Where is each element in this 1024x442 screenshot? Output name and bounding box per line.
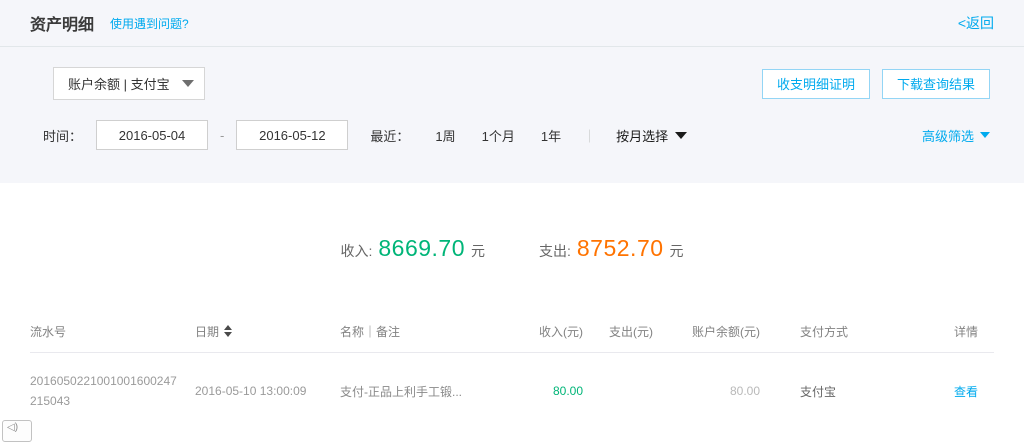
advanced-filter-toggle[interactable]: 高级筛选 <box>922 126 990 145</box>
table-row: 2016050221001001600247215043 2016-05-10 … <box>30 353 994 429</box>
quick-range-1year[interactable]: 1年 <box>541 126 561 145</box>
account-filter-row: 账户余额 | 支付宝 收支明细证明 下载查询结果 <box>0 47 1024 100</box>
expense-total: 8752.70 <box>577 235 664 262</box>
table-header-row: 流水号 日期 名称｜备注 收入(元) 支出(元) 账户余额(元) 支付方式 详情 <box>30 310 994 353</box>
pipe-separator: ｜ <box>583 126 596 145</box>
cell-name-remark: 支付-正品上利手工锻... <box>340 383 525 400</box>
date-to-input[interactable] <box>236 120 348 150</box>
view-detail-link[interactable]: 查看 <box>954 385 978 399</box>
help-link[interactable]: 使用遇到问题? <box>110 15 189 32</box>
download-results-button[interactable]: 下载查询结果 <box>882 69 990 99</box>
income-label: 收入: <box>340 241 372 261</box>
filter-panel: 资产明细 使用遇到问题? <返回 账户余额 | 支付宝 收支明细证明 下载查询结… <box>0 0 1024 183</box>
asset-detail-page: 资产明细 使用遇到问题? <返回 账户余额 | 支付宝 收支明细证明 下载查询结… <box>0 0 1024 434</box>
date-sort-control[interactable]: 日期 <box>195 323 232 340</box>
cell-serial: 2016050221001001600247215043 <box>30 371 195 411</box>
col-method: 支付方式 <box>760 323 913 340</box>
month-select-dropdown[interactable]: 按月选择 <box>616 126 687 145</box>
time-filter-row: 时间： - 最近： 1周 1个月 1年 ｜ 按月选择 高级筛选 <box>0 100 1024 150</box>
sort-icon <box>224 325 232 337</box>
chevron-down-icon <box>182 80 194 87</box>
col-name-remark: 名称｜备注 <box>340 323 525 340</box>
advanced-filter-label: 高级筛选 <box>922 126 974 145</box>
income-total: 8669.70 <box>378 235 465 262</box>
quick-range-1month[interactable]: 1个月 <box>482 126 515 145</box>
expense-label: 支出: <box>539 241 571 261</box>
chevron-down-icon <box>980 132 990 138</box>
statement-certificate-button[interactable]: 收支明细证明 <box>762 69 870 99</box>
page-title: 资产明细 <box>30 11 94 35</box>
col-detail: 详情 <box>913 323 994 340</box>
action-buttons: 收支明细证明 下载查询结果 <box>750 69 990 99</box>
expense-unit: 元 <box>670 241 684 261</box>
income-unit: 元 <box>471 241 485 261</box>
time-label: 时间： <box>43 126 82 145</box>
account-dropdown-value: 账户余额 | 支付宝 <box>68 74 170 93</box>
chevron-down-icon <box>675 132 687 139</box>
col-income: 收入(元) <box>525 323 583 340</box>
transactions-table: 流水号 日期 名称｜备注 收入(元) 支出(元) 账户余额(元) 支付方式 详情… <box>0 310 1024 429</box>
col-date-label: 日期 <box>195 323 219 340</box>
recent-label: 最近： <box>370 126 409 145</box>
title-row: 资产明细 使用遇到问题? <返回 <box>0 0 1024 47</box>
date-range-separator: - <box>220 128 224 143</box>
cell-date: 2016-05-10 13:00:09 <box>195 384 340 398</box>
summary-row: 收入: 8669.70 元 支出: 8752.70 元 <box>0 183 1024 262</box>
month-select-label: 按月选择 <box>616 126 668 145</box>
cell-balance: 80.00 <box>653 384 760 398</box>
account-dropdown[interactable]: 账户余额 | 支付宝 <box>53 67 205 100</box>
col-balance: 账户余额(元) <box>653 323 760 340</box>
col-expense: 支出(元) <box>583 323 653 340</box>
col-serial: 流水号 <box>30 323 195 340</box>
col-date: 日期 <box>195 323 340 340</box>
partial-corner-widget: ◁) <box>2 420 32 442</box>
date-from-input[interactable] <box>96 120 208 150</box>
back-link[interactable]: <返回 <box>958 13 994 33</box>
cell-method: 支付宝 <box>760 383 913 400</box>
cell-income: 80.00 <box>525 384 583 398</box>
quick-range-1week[interactable]: 1周 <box>435 126 455 145</box>
